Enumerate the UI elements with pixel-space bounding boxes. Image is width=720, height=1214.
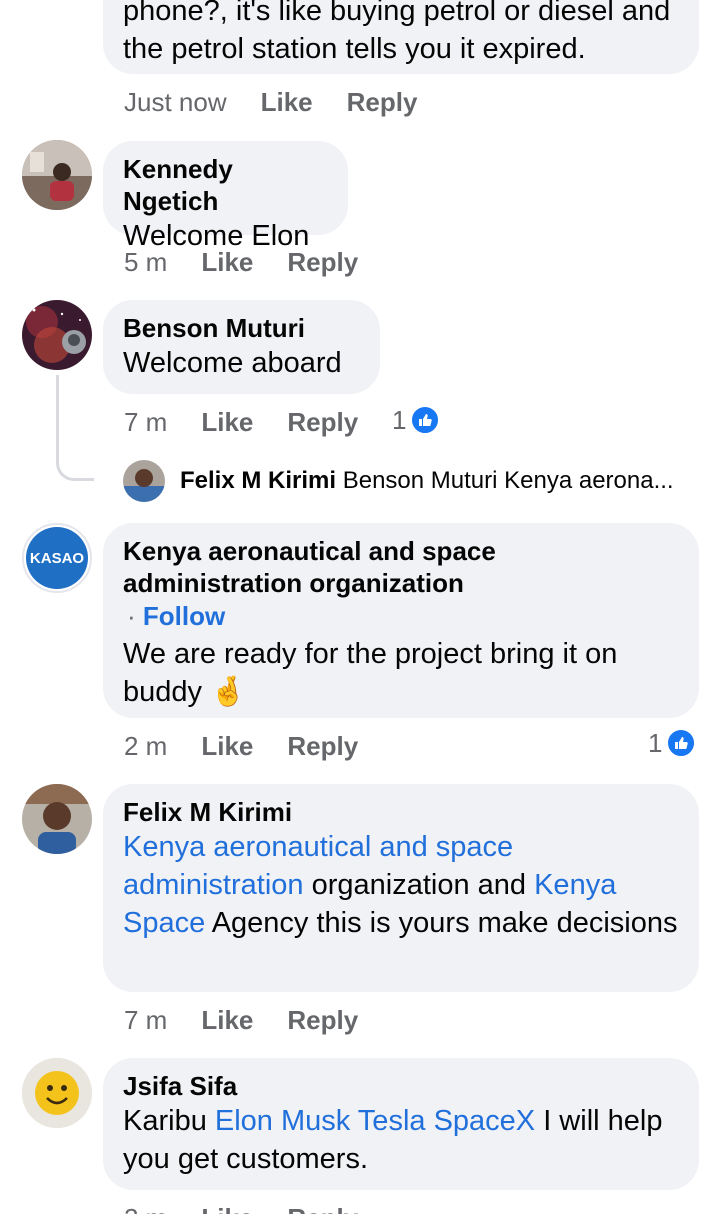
comment-actions: 7 m Like Reply [124,404,358,440]
comment-actions: 5 m Like Reply [124,244,358,280]
reply-button[interactable]: Reply [287,1200,358,1214]
commenter-name[interactable]: Jsifa Sifa [123,1070,679,1102]
like-button[interactable]: Like [201,1002,253,1038]
comment-bubble: Benson Muturi Welcome aboard [103,300,380,394]
comment-time: Just now [124,87,227,117]
reaction-number: 1 [392,404,407,435]
logo-text: KASAO [29,549,85,567]
avatar[interactable] [22,300,92,370]
reply-avatar[interactable] [123,460,165,502]
avatar-image [22,300,92,370]
comment-actions: 2 m Like Reply [124,1200,358,1214]
kasao-logo: KASAO [26,527,88,589]
like-button[interactable]: Like [261,84,313,120]
reaction-count[interactable]: 1 [648,727,697,758]
reply-preview[interactable]: Felix M Kirimi Benson Muturi Kenya aeron… [180,466,674,496]
reply-button[interactable]: Reply [287,1002,358,1038]
comment-time: 2 m [124,731,168,761]
comment-time: 5 m [124,247,168,277]
avatar[interactable]: KASAO [22,523,92,593]
reply-button[interactable]: Reply [287,404,358,440]
reply-thread-line [56,375,94,481]
follow-button[interactable]: Follow [143,601,225,631]
comment-bubble: Felix M Kirimi Kenya aeronautical and sp… [103,784,699,992]
reply-button[interactable]: Reply [287,244,358,280]
comment-text: We are ready for the project bring it on… [123,635,679,711]
like-button[interactable]: Like [201,244,253,280]
avatar[interactable] [22,784,92,854]
commenter-name[interactable]: Benson Muturi [123,312,360,344]
smiley-icon [22,1058,92,1128]
commenter-name[interactable]: Kennedy Ngetich [123,153,328,217]
like-button[interactable]: Like [201,728,253,764]
comment-text-body: We are ready for the project bring it on… [123,638,618,708]
separator-dot: · [127,601,136,631]
avatar[interactable] [22,140,92,210]
avatar-image [22,140,92,210]
mention-link[interactable]: Elon Musk Tesla SpaceX [215,1105,535,1137]
comment-bubble: Kennedy Ngetich Welcome Elon [103,141,348,252]
comment-text: Karibu Elon Musk Tesla SpaceX I will hel… [123,1102,679,1178]
comment-actions: 2 m Like Reply [124,728,358,764]
comment-time: 7 m [124,407,168,437]
reply-button[interactable]: Reply [347,84,418,120]
thumbs-up-icon [410,405,441,435]
avatar-image [123,460,165,502]
reaction-number: 1 [648,727,663,758]
comment-text: Welcome aboard [123,347,342,379]
comment-time: 7 m [124,1005,168,1035]
comment-text: Kenya aeronautical and space administrat… [123,828,679,942]
comment-bubble: Jsifa Sifa Karibu Elon Musk Tesla SpaceX… [103,1058,699,1190]
comment-text: phone?, it's like buying petrol or diese… [123,0,671,65]
follow-row: · Follow [123,601,679,631]
comment-actions: Just now Like Reply [124,84,417,120]
commenter-name[interactable]: Kenya aeronautical and space administrat… [123,535,679,599]
crossed-fingers-emoji: 🤞 [210,676,247,708]
reaction-count[interactable]: 1 [392,404,441,435]
like-button[interactable]: Like [201,1200,253,1214]
reply-author: Felix M Kirimi [180,467,337,494]
commenter-name[interactable]: Felix M Kirimi [123,796,679,828]
avatar[interactable] [22,1058,92,1128]
comment-bubble: phone?, it's like buying petrol or diese… [103,0,699,74]
like-button[interactable]: Like [201,404,253,440]
avatar-image [22,784,92,854]
thumbs-up-icon [666,728,697,758]
comment-text-body: organization and [303,869,535,901]
reply-button[interactable]: Reply [287,728,358,764]
comment-text-body: Karibu [123,1105,215,1137]
comment-bubble: Kenya aeronautical and space administrat… [103,523,699,718]
reply-text: Benson Muturi Kenya aerona... [342,467,674,494]
comment-time: 2 m [124,1200,167,1214]
comment-actions: 7 m Like Reply [124,1002,358,1038]
comment-text-body: Agency this is yours make decisions [205,907,678,939]
